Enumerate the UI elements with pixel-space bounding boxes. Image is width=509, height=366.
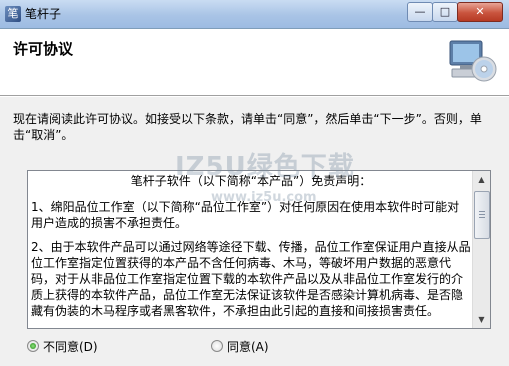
scroll-down-arrow[interactable]: ▼ [474, 312, 489, 327]
minimize-button[interactable]: — [407, 2, 433, 22]
license-content: 笔杆子软件（以下简称“本产品”）免责声明： 1、绵阳品位工作室（以下简称“品位工… [31, 173, 471, 325]
instruction-text: 现在请阅读此许可协议。如接受以下条款，请单击“同意”，然后单击“下一步”。否则，… [13, 112, 482, 142]
license-paragraph: 2、由于本软件产品可以通过网络等途径下载、传播，品位工作室保证用户直接从品位工作… [31, 240, 471, 318]
app-icon: 笔 [5, 6, 21, 22]
license-heading: 笔杆子软件（以下简称“本产品”）免责声明： [130, 174, 372, 188]
disagree-label[interactable]: 不同意(D) [43, 339, 98, 355]
vertical-scrollbar[interactable]: ▲ ▼ [472, 171, 490, 328]
page-title: 许可协议 [13, 40, 74, 58]
disagree-radio-dot[interactable] [27, 340, 39, 352]
close-button[interactable]: ✕ [457, 2, 503, 22]
computer-cd-icon [449, 40, 497, 82]
scroll-thumb[interactable] [474, 191, 490, 239]
license-paragraph: 1、绵阳品位工作室（以下简称“品位工作室”）对任何原因在使用本软件时可能对用户造… [31, 200, 460, 230]
license-textbox[interactable]: 笔杆子软件（以下简称“本产品”）免责声明： 1、绵阳品位工作室（以下简称“品位工… [27, 170, 491, 329]
agree-label[interactable]: 同意(A) [227, 339, 269, 355]
title-bar[interactable]: 笔 笔杆子 — □ ✕ [0, 0, 509, 29]
window-title: 笔杆子 [25, 7, 62, 21]
maximize-button[interactable]: □ [432, 2, 458, 22]
header-panel: 许可协议 [0, 29, 509, 96]
agree-radio-dot[interactable] [211, 340, 223, 352]
header-separator [0, 96, 509, 97]
scroll-up-arrow[interactable]: ▲ [474, 172, 489, 187]
